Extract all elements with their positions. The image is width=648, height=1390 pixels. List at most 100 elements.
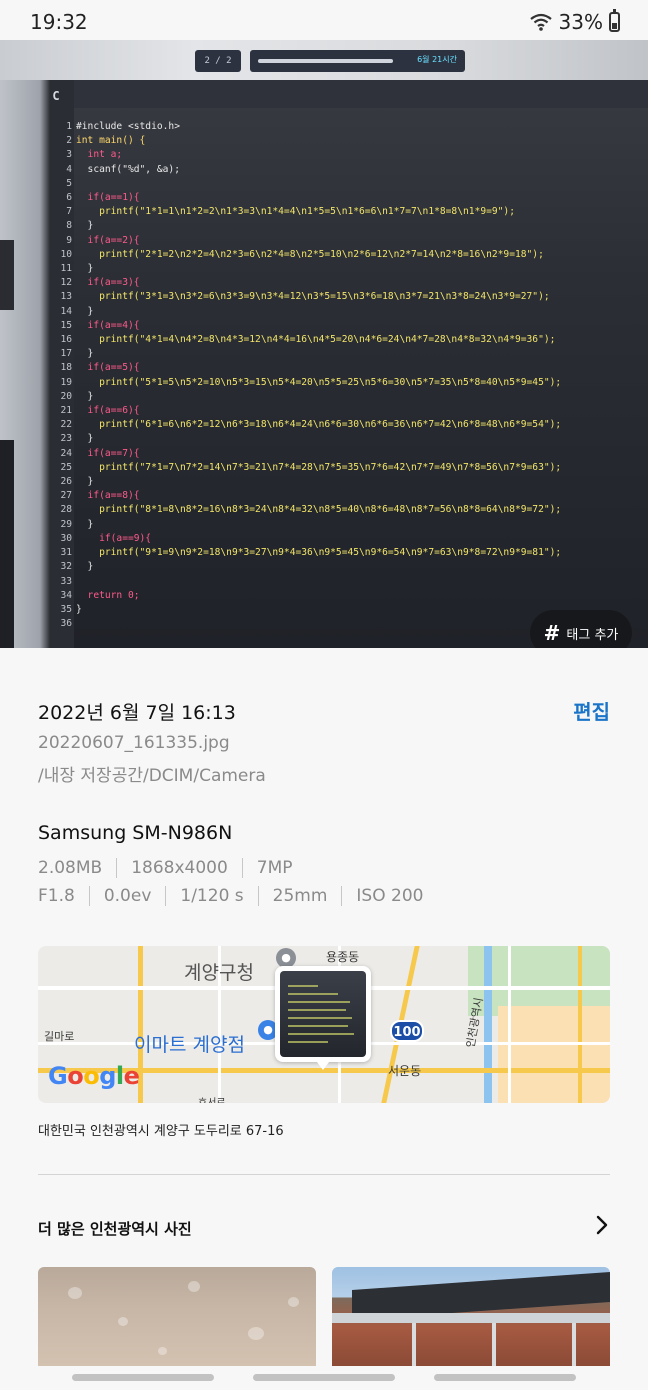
code-line: 33 — [52, 575, 561, 589]
code-line: 24 if(a==7){ — [52, 447, 561, 461]
map-label-incheon: 인천광역시 — [463, 996, 486, 1049]
code-text: return 0; — [76, 589, 140, 601]
photo-viewer[interactable]: 2 / 2 6월 21시간 C 1 #include <stdio.h> 2 int … — [0, 40, 648, 648]
details-panel: 2022년 6월 7일 16:13 편집 20220607_161335.jpg… — [0, 648, 648, 1390]
device-name: Samsung SM-N986N — [38, 822, 233, 844]
code-line: 10 printf("2*1=2\n2*2=4\n2*3=6\n2*4=8\n2… — [52, 248, 561, 262]
code-line: 32 } — [52, 560, 561, 574]
line-number: 15 — [60, 319, 72, 331]
code-line: 27 if(a==8){ — [52, 489, 561, 503]
photo-monitor-bezel: 2 / 2 6월 21시간 — [0, 40, 648, 80]
editor-tab-label: C — [52, 89, 60, 103]
more-photo-thumbnail[interactable] — [332, 1267, 610, 1367]
line-number: 28 — [60, 504, 72, 516]
line-number: 17 — [60, 348, 72, 360]
code-text: #include <stdio.h> — [76, 121, 180, 132]
code-text: if(a==4){ — [76, 319, 140, 331]
map-pointer — [317, 1062, 329, 1070]
code-line: 36 — [52, 617, 561, 631]
nav-recents-button[interactable] — [72, 1374, 214, 1381]
add-tag-button[interactable]: # 태그 추가 — [530, 610, 632, 648]
code-text: } — [76, 220, 94, 232]
focal-length: 25mm — [257, 886, 342, 906]
chevron-right-icon[interactable] — [594, 1214, 610, 1236]
code-line: 9 if(a==2){ — [52, 234, 561, 248]
code-line: 26 } — [52, 475, 561, 489]
more-photo-thumbnail[interactable] — [38, 1267, 316, 1367]
code-line: 31 printf("9*1=9\n9*2=18\n9*3=27\n9*4=36… — [52, 546, 561, 560]
line-number: 33 — [60, 575, 72, 587]
code-text: printf("2*1=2\n2*2=4\n2*3=6\n2*4=8\n2*5=… — [76, 248, 544, 260]
code-text: scanf("%d", &a); — [76, 163, 180, 175]
code-text: } — [76, 348, 94, 360]
line-number: 14 — [60, 305, 72, 317]
line-number: 12 — [60, 277, 72, 289]
code-line: 19 printf("5*1=5\n5*2=10\n5*3=15\n5*4=20… — [52, 376, 561, 390]
code-line: 20 } — [52, 390, 561, 404]
line-number: 4 — [66, 163, 72, 175]
editor-tabbar — [74, 80, 648, 108]
file-meta-row: 2.08MB 1868x4000 7MP — [38, 858, 307, 878]
code-line: 6 if(a==1){ — [52, 191, 561, 205]
add-tag-label: 태그 추가 — [566, 627, 619, 643]
line-number: 35 — [60, 603, 72, 615]
line-number: 27 — [60, 490, 72, 502]
wifi-icon — [529, 13, 552, 31]
photo-progress-label: 6월 21시간 — [417, 55, 457, 64]
code-line: 14 } — [52, 305, 561, 319]
code-line: 29 } — [52, 518, 561, 532]
line-number: 18 — [60, 362, 72, 374]
code-line: 15 if(a==4){ — [52, 319, 561, 333]
nav-home-button[interactable] — [253, 1374, 395, 1381]
line-number: 6 — [66, 192, 72, 204]
photo-left-edge — [0, 80, 50, 648]
line-number: 29 — [60, 518, 72, 530]
resolution: 1868x4000 — [116, 858, 242, 878]
code-text: int main() { — [76, 135, 146, 147]
megapixels: 7MP — [241, 858, 307, 878]
line-number: 13 — [60, 291, 72, 303]
more-photos-title[interactable]: 더 많은 인천광역시 사진 — [38, 1218, 192, 1239]
line-number: 8 — [66, 220, 72, 232]
status-bar: 19:32 33% — [0, 0, 648, 44]
line-number: 24 — [60, 447, 72, 459]
code-text: if(a==3){ — [76, 277, 140, 289]
status-time: 19:32 — [30, 10, 88, 34]
edit-button[interactable]: 편집 — [573, 696, 610, 725]
photo-progress-bar: 6월 21시간 — [250, 50, 465, 72]
camera-meta-row: F1.8 0.0ev 1/120 s 25mm ISO 200 — [38, 886, 437, 906]
line-number: 26 — [60, 476, 72, 488]
code-line: 12 if(a==3){ — [52, 276, 561, 290]
address: 대한민국 인천광역시 계양구 도두리로 67-16 — [38, 1124, 284, 1139]
map-label-bottom: 효서로 — [198, 1094, 226, 1103]
code-line: 7 printf("1*1=1\n1*2=2\n1*3=3\n1*4=4\n1*… — [52, 205, 561, 219]
code-line: 21 if(a==6){ — [52, 404, 561, 418]
code-line: 3 int a; — [52, 148, 561, 162]
line-number: 30 — [60, 532, 72, 544]
line-number: 22 — [60, 419, 72, 431]
code-line: 5 — [52, 177, 561, 191]
nav-back-button[interactable] — [434, 1374, 576, 1381]
map-label-gilmaro: 길마로 — [44, 1030, 75, 1043]
line-number: 32 — [60, 561, 72, 573]
line-number: 25 — [60, 461, 72, 473]
map-photo-thumbnail — [275, 966, 371, 1062]
location-map[interactable]: ● ● 계양구청 용종동 길마로 이마트 계양점 서운동 인천광역시 효서로 1… — [38, 946, 610, 1103]
photo-date: 2022년 6월 7일 16:13 — [38, 702, 236, 724]
code-text: printf("5*1=5\n5*2=10\n5*3=15\n5*4=20\n5… — [76, 376, 562, 388]
line-number: 7 — [66, 206, 72, 218]
line-number: 9 — [66, 234, 72, 246]
line-number: 1 — [66, 121, 72, 132]
file-size: 2.08MB — [38, 858, 103, 878]
code-line: 25 printf("7*1=7\n7*2=14\n7*3=21\n7*4=28… — [52, 461, 561, 475]
code-block: 1 #include <stdio.h> 2 int main() {3 int a;… — [52, 120, 561, 631]
code-text: } — [76, 390, 94, 402]
line-number: 2 — [66, 135, 72, 147]
code-text: if(a==5){ — [76, 362, 140, 374]
code-line: 30 if(a==9){ — [52, 532, 561, 546]
code-text: int a; — [76, 149, 123, 161]
line-number: 16 — [60, 334, 72, 346]
route-shield: 100 — [390, 1020, 424, 1042]
line-number: 20 — [60, 390, 72, 402]
line-number: 23 — [60, 433, 72, 445]
